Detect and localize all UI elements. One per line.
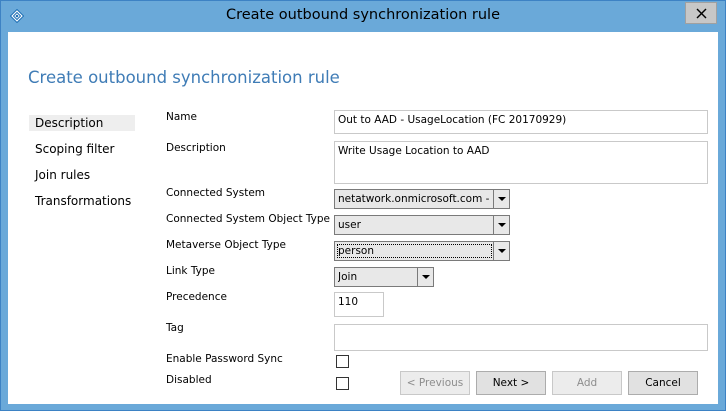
next-button[interactable]: Next > [476, 371, 546, 395]
tag-label: Tag [166, 322, 184, 334]
cancel-button[interactable]: Cancel [628, 371, 698, 395]
mv-object-type-select[interactable]: person [334, 241, 510, 261]
window-title: Create outbound synchronization rule [225, 7, 500, 23]
precedence-label: Precedence [166, 291, 227, 303]
cs-object-type-select[interactable]: user [334, 215, 510, 235]
connected-system-label: Connected System [166, 187, 266, 199]
mv-object-type-value: person [337, 244, 492, 258]
precedence-field[interactable]: 110 [334, 292, 384, 317]
page-title: Create outbound synchronization rule [28, 68, 340, 87]
mv-object-type-label: Metaverse Object Type [166, 239, 286, 251]
close-icon [696, 8, 706, 18]
name-label: Name [166, 111, 197, 123]
link-type-value: Join [338, 271, 358, 283]
nav-item-join-rules[interactable]: Join rules [29, 167, 135, 183]
disabled-checkbox[interactable] [336, 377, 349, 390]
tag-field[interactable] [334, 324, 708, 351]
wizard-nav: Description Scoping filter Join rules Tr… [29, 115, 135, 219]
chevron-down-icon[interactable] [493, 216, 509, 234]
title-bar[interactable]: Create outbound synchronization rule [1, 1, 725, 31]
chevron-down-icon[interactable] [417, 268, 433, 286]
nav-item-description[interactable]: Description [29, 115, 135, 131]
nav-item-scoping-filter[interactable]: Scoping filter [29, 141, 135, 157]
link-type-label: Link Type [166, 265, 215, 277]
chevron-down-icon[interactable] [493, 190, 509, 208]
previous-button[interactable]: < Previous [400, 371, 470, 395]
description-label: Description [166, 142, 226, 154]
link-type-select[interactable]: Join [334, 267, 434, 287]
name-field[interactable]: Out to AAD - UsageLocation (FC 20170929) [334, 110, 708, 134]
dialog-client-area: Create outbound synchronization rule Des… [8, 32, 718, 404]
close-button[interactable] [685, 2, 717, 24]
enable-password-sync-label: Enable Password Sync [166, 353, 283, 365]
connected-system-select[interactable]: netatwork.onmicrosoft.com - AAD [334, 189, 510, 209]
cs-object-type-label: Connected System Object Type [166, 213, 331, 225]
chevron-down-icon[interactable] [493, 242, 509, 260]
add-button[interactable]: Add [552, 371, 622, 395]
dialog-window: Create outbound synchronization rule Cre… [0, 0, 726, 411]
connected-system-value: netatwork.onmicrosoft.com - AAD [338, 193, 491, 205]
cs-object-type-value: user [338, 219, 361, 231]
disabled-label: Disabled [166, 374, 212, 386]
description-field[interactable]: Write Usage Location to AAD [334, 141, 708, 184]
enable-password-sync-checkbox[interactable] [336, 355, 349, 368]
nav-item-transformations[interactable]: Transformations [29, 193, 135, 209]
